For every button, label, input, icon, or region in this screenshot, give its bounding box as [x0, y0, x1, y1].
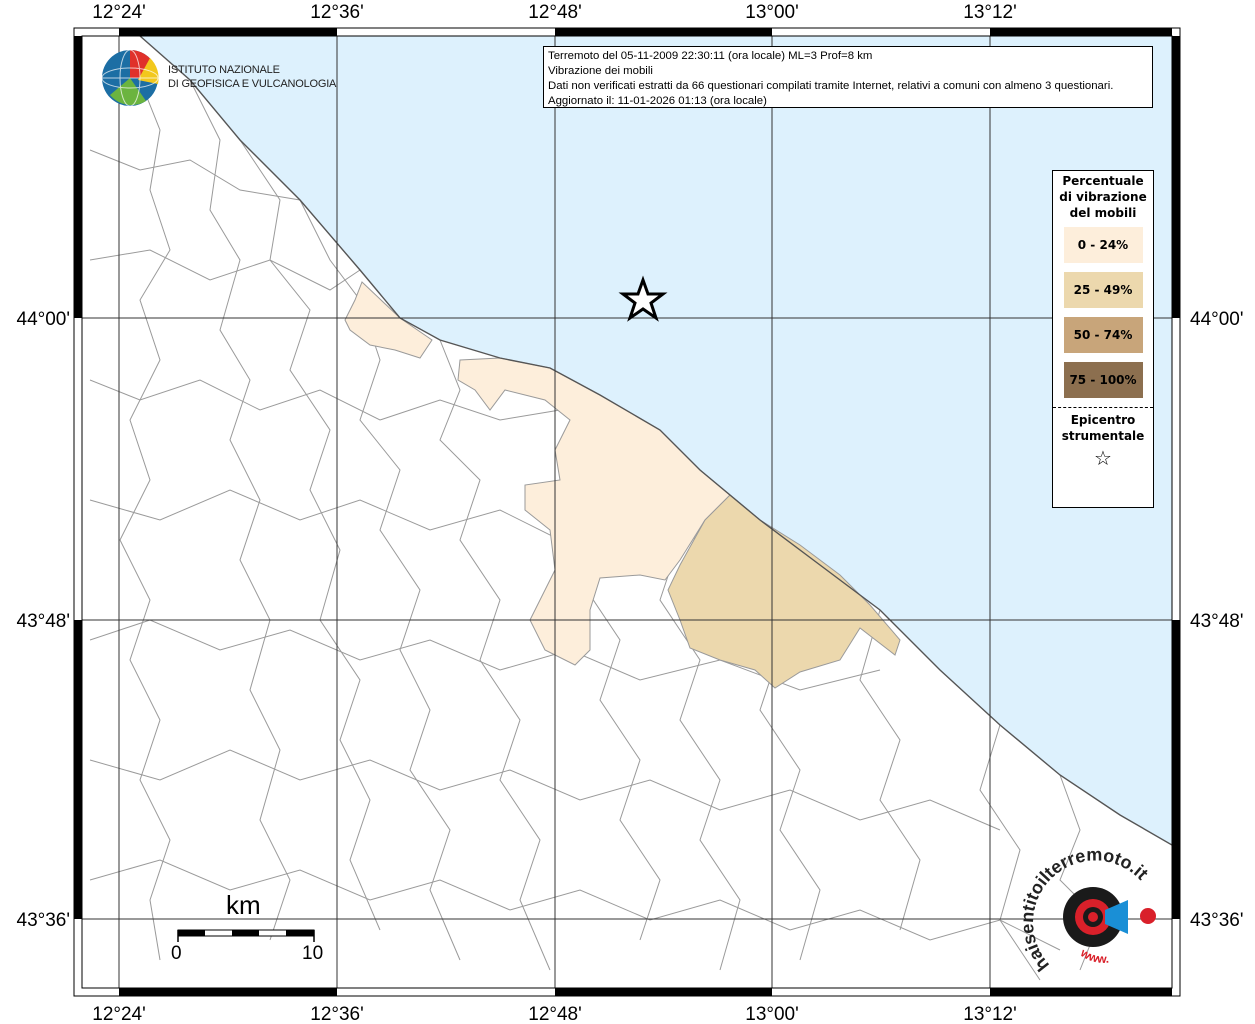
tick-label: 13°00' — [745, 1004, 799, 1024]
tick-label: 13°12' — [963, 2, 1017, 23]
tick-label: 44°00' — [1190, 309, 1244, 330]
scale-title: km — [226, 890, 261, 920]
legend-title: Percentuale di vibrazione del mobili — [1059, 174, 1147, 220]
tick-label: 43°48' — [17, 611, 71, 632]
tick-label: 12°48' — [528, 2, 582, 23]
legend-item-75-100: 75 - 100% — [1063, 362, 1143, 398]
tick-label: 43°36' — [17, 910, 71, 931]
parameter-line: Vibrazione dei mobili — [548, 65, 653, 77]
tick-label: 44°00' — [17, 309, 71, 330]
ingv-logo-text: ISTITUTO NAZIONALE DI GEOFISICA E VULCAN… — [168, 63, 336, 91]
ingv-line1: ISTITUTO NAZIONALE — [168, 64, 280, 76]
legend-item-50-74: 50 - 74% — [1063, 317, 1143, 353]
updated-line: Aggiornato il: 11-01-2026 01:13 (ora loc… — [548, 95, 767, 107]
tick-label: 43°48' — [1190, 611, 1244, 632]
event-info-box: Terremoto del 05-11-2009 22:30:11 (ora l… — [543, 46, 1153, 108]
ingv-line2: DI GEOFISICA E VULCANOLOGIA — [168, 78, 337, 90]
scale-min-label: 0 — [171, 943, 182, 964]
legend: Percentuale di vibrazione del mobili 0 -… — [1052, 170, 1154, 508]
left-tick-labels: 44°00' 43°48' 43°36' — [17, 309, 71, 931]
right-tick-labels: 44°00' 43°48' 43°36' — [1190, 309, 1244, 931]
data-source-line: Dati non verificati estratti da 66 quest… — [548, 80, 1114, 92]
map-canvas: 12°24' 12°36' 12°48' 13°00' 13°12' 12°24… — [17, 2, 1244, 1024]
tick-label: 12°24' — [92, 1004, 146, 1024]
tick-label: 12°24' — [92, 2, 146, 23]
top-tick-labels: 12°24' 12°36' 12°48' 13°00' 13°12' — [92, 2, 1017, 23]
legend-star-icon: ☆ — [1094, 446, 1112, 470]
bottom-tick-labels: 12°24' 12°36' 12°48' 13°00' 13°12' — [92, 1004, 1017, 1024]
tick-label: 12°48' — [528, 1004, 582, 1024]
tick-label: 43°36' — [1190, 910, 1244, 931]
tick-label: 12°36' — [310, 1004, 364, 1024]
event-line: Terremoto del 05-11-2009 22:30:11 (ora l… — [548, 50, 873, 62]
tick-label: 12°36' — [310, 2, 364, 23]
tick-label: 13°00' — [745, 2, 799, 23]
legend-epicentre-label: Epicentro strumentale — [1061, 413, 1145, 443]
tick-label: 13°12' — [963, 1004, 1017, 1024]
scale-max-label: 10 — [302, 943, 324, 964]
legend-item-25-49: 25 - 49% — [1063, 272, 1143, 308]
legend-divider — [1053, 407, 1153, 408]
legend-item-0-24: 0 - 24% — [1063, 227, 1143, 263]
